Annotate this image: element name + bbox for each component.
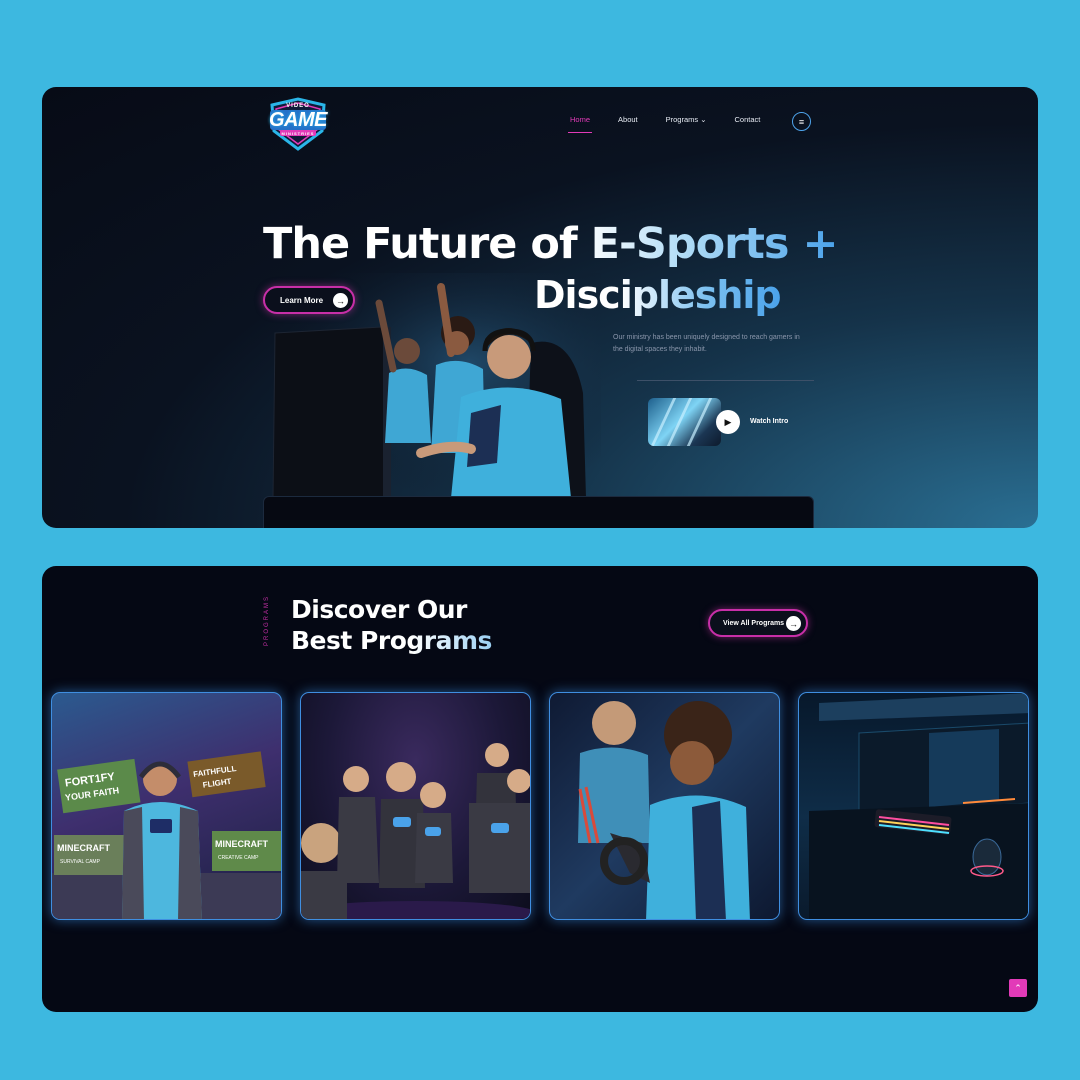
- programs-title-line1: Discover Our: [291, 595, 467, 624]
- logo-sub-text: MINISTRIES: [281, 131, 315, 136]
- arrow-right-icon: →: [333, 293, 348, 308]
- main-nav: Home About Programs ⌄ Contact: [567, 115, 788, 133]
- arrow-right-icon: →: [786, 616, 801, 631]
- card1-sign-3: MINECRAFT: [57, 843, 110, 853]
- program-card[interactable]: [798, 692, 1029, 920]
- programs-title: Discover Our Best Programs: [291, 594, 492, 656]
- programs-title-line2: Best Programs: [291, 626, 492, 655]
- scroll-top-button[interactable]: ⌃: [1009, 979, 1027, 997]
- nav-contact[interactable]: Contact: [735, 115, 761, 124]
- program-cards: FORT1FY YOUR FAITH FAITHFULL FLIGHT MINE…: [51, 692, 1029, 920]
- gaming-setup-image: [809, 693, 1028, 919]
- hero-section: VIDEO GAME MINISTRIES Home About Program…: [42, 87, 1038, 528]
- learn-more-button[interactable]: Learn More →: [263, 286, 355, 314]
- gamer-headset-image: FORT1FY YOUR FAITH FAITHFULL FLIGHT MINE…: [52, 751, 281, 919]
- card1-sign-4b: CREATIVE CAMP: [218, 855, 259, 861]
- hero-bottom-bar: [263, 496, 814, 528]
- hero-headline-line1: The Future of E-Sports +: [263, 219, 839, 269]
- site-logo[interactable]: VIDEO GAME MINISTRIES: [264, 95, 332, 153]
- hamburger-icon[interactable]: ≡: [792, 112, 811, 131]
- watch-intro-link[interactable]: Watch Intro: [750, 418, 788, 425]
- view-all-label: View All Programs: [723, 619, 785, 627]
- kids-group-image: [301, 743, 530, 919]
- program-card[interactable]: [549, 692, 780, 920]
- card1-sign-4: MINECRAFT: [215, 839, 268, 849]
- programs-section: PROGRAMS Discover Our Best Programs View…: [42, 566, 1038, 1012]
- nav-programs[interactable]: Programs ⌄: [666, 115, 707, 124]
- play-icon[interactable]: ▶: [716, 410, 740, 434]
- hero-headline-line2: Discipleship: [534, 273, 782, 317]
- intro-video-thumbnail[interactable]: [648, 398, 721, 446]
- esports-team-image: [578, 701, 750, 919]
- nav-about[interactable]: About: [618, 115, 638, 124]
- logo-main-text: GAME: [269, 109, 328, 131]
- programs-vertical-label: PROGRAMS: [264, 594, 270, 646]
- program-card[interactable]: FORT1FY YOUR FAITH FAITHFULL FLIGHT MINE…: [51, 692, 282, 920]
- view-all-programs-button[interactable]: View All Programs →: [708, 609, 808, 637]
- card1-sign-3b: SURVIVAL CAMP: [60, 859, 101, 865]
- learn-more-label: Learn More: [280, 295, 324, 305]
- nav-home[interactable]: Home: [567, 115, 593, 133]
- hero-description: Our ministry has been uniquely designed …: [613, 334, 800, 353]
- hero-divider: [637, 380, 814, 381]
- program-card[interactable]: [300, 692, 531, 920]
